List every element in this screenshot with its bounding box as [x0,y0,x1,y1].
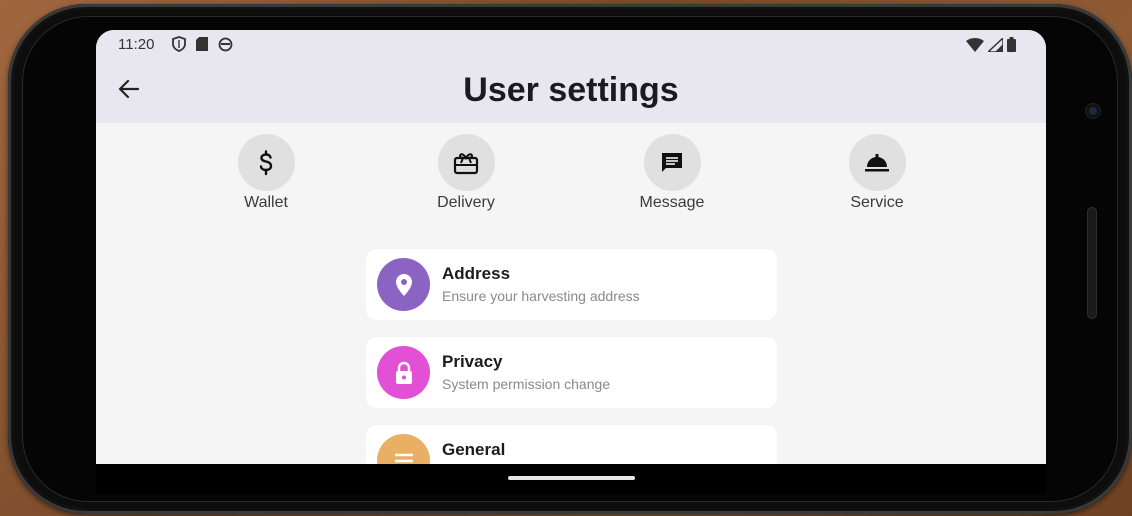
phone-side-button[interactable] [1087,207,1097,319]
system-nav-bar [96,464,1046,494]
quick-action-label: Message [639,194,705,211]
status-right-icons [966,37,1016,52]
address-icon-circle [377,258,430,311]
shield-icon [172,36,186,52]
quick-action-wallet[interactable]: Wallet [211,134,321,212]
page-title: User settings [463,71,679,109]
quick-action-label: Delivery [437,194,495,211]
card-subtitle: System permission change [442,376,611,392]
location-pin-icon [395,273,412,296]
settings-card-privacy[interactable]: Privacy System permission change [366,337,777,408]
card-title: General [442,440,506,459]
gift-card-icon [453,152,479,174]
general-icon-circle [377,434,430,464]
menu-icon [394,453,413,462]
front-camera [1086,104,1100,118]
status-left-icons [172,36,233,52]
quick-action-service[interactable]: Service [822,134,932,212]
quick-action-delivery[interactable]: Delivery [411,134,521,212]
sd-card-icon [196,37,208,51]
lock-icon [395,361,412,384]
signal-icon [988,37,1003,52]
privacy-icon-circle [377,346,430,399]
message-circle [643,134,701,191]
settings-card-address[interactable]: Address Ensure your harvesting address [366,249,777,320]
service-circle [848,134,906,191]
sync-icon [218,37,233,51]
quick-action-label: Wallet [244,194,288,211]
card-title: Privacy [442,352,503,371]
wallet-circle [237,134,295,191]
message-icon [662,152,682,172]
app-screen: 11:20 User settings Wallet Delivery Mess… [96,30,1046,464]
room-service-icon [865,153,889,171]
quick-action-message[interactable]: Message [617,134,727,212]
quick-action-label: Service [850,194,904,211]
card-title: Address [442,264,511,283]
dollar-icon [259,149,273,175]
card-subtitle: Ensure your harvesting address [442,288,640,304]
wifi-icon [966,37,984,52]
delivery-circle [437,134,495,191]
settings-card-general[interactable]: General [366,425,777,464]
home-gesture-handle[interactable] [508,476,635,480]
app-bar: 11:20 User settings [96,30,1046,123]
battery-icon [1007,37,1016,52]
status-time: 11:20 [118,36,155,53]
